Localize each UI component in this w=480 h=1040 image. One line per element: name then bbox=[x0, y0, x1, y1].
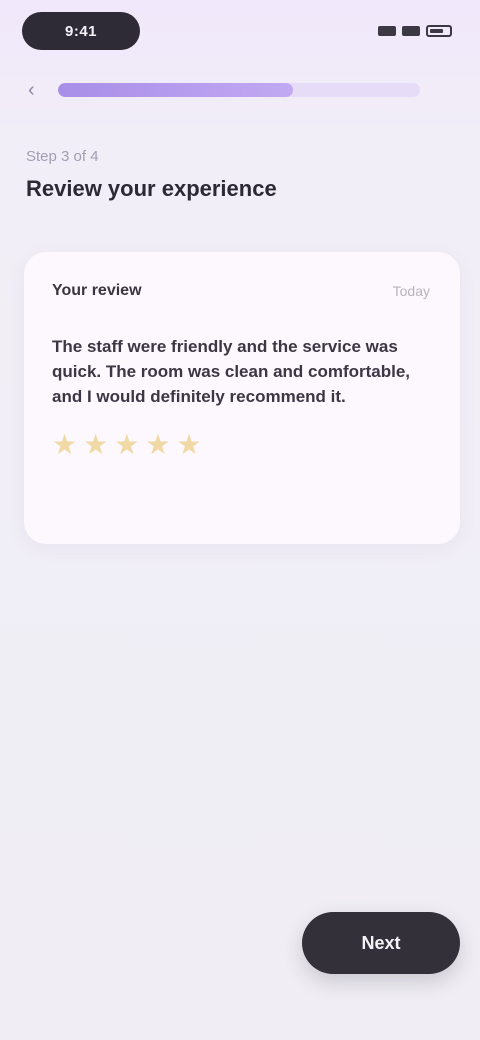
wifi-icon bbox=[402, 26, 420, 36]
status-bar: 9:41 bbox=[22, 10, 452, 52]
reviewer-name: Your review bbox=[52, 282, 142, 299]
review-text: The staff were friendly and the service … bbox=[52, 337, 411, 406]
star-rating[interactable]: ★ ★ ★ ★ ★ bbox=[52, 431, 430, 459]
star-icon[interactable]: ★ bbox=[114, 431, 139, 459]
star-icon[interactable]: ★ bbox=[176, 431, 201, 459]
next-button[interactable]: Next bbox=[302, 912, 460, 974]
battery-icon bbox=[426, 25, 452, 37]
step-caption: Step 3 of 4 bbox=[26, 148, 99, 165]
progress-bar bbox=[58, 83, 420, 97]
progress-fill bbox=[58, 83, 294, 97]
star-icon[interactable]: ★ bbox=[145, 431, 170, 459]
back-chevron-icon[interactable]: ‹ bbox=[28, 79, 48, 102]
cellular-icon bbox=[378, 26, 396, 36]
page-title: Review your experience bbox=[26, 176, 277, 201]
star-icon[interactable]: ★ bbox=[83, 431, 108, 459]
status-icons bbox=[378, 25, 452, 37]
review-card: Your review Today The staff were friendl… bbox=[24, 252, 460, 544]
progress-row: ‹ bbox=[28, 74, 420, 106]
star-icon[interactable]: ★ bbox=[52, 431, 77, 459]
review-card-header: Your review Today bbox=[52, 282, 430, 300]
review-date: Today bbox=[392, 283, 430, 299]
status-time: 9:41 bbox=[22, 12, 140, 50]
